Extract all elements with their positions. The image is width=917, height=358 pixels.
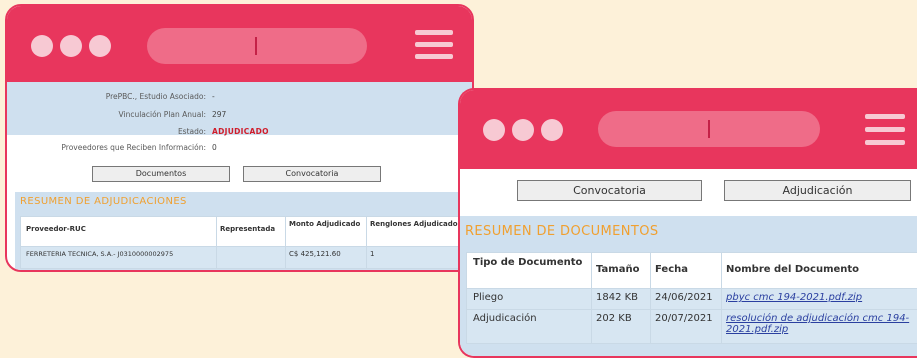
info-value: 297: [212, 110, 226, 119]
info-row: Proveedores que Reciben Información: 0: [7, 143, 217, 152]
table-header-row: Tipo de Documento Tamaño Fecha Nombre de…: [467, 253, 917, 289]
table-row[interactable]: Adjudicación 202 KB 20/07/2021 resolució…: [467, 310, 917, 344]
address-bar[interactable]: [598, 111, 820, 147]
window-control-dot[interactable]: [89, 35, 111, 57]
text-cursor: [708, 120, 710, 138]
column-header: Nombre del Documento: [722, 253, 917, 289]
table-cell: 202 KB: [592, 310, 651, 344]
table-cell: 1842 KB: [592, 289, 651, 310]
table-cell: resolución de adjudicación cmc 194-2021.…: [722, 310, 917, 344]
documentos-table: Tipo de Documento Tamaño Fecha Nombre de…: [466, 252, 917, 344]
table-row[interactable]: Pliego 1842 KB 24/06/2021 pbyc cmc 194-2…: [467, 289, 917, 310]
window-control-dot[interactable]: [541, 119, 563, 141]
info-label: PrePBC., Estudio Asociado:: [7, 92, 206, 101]
info-value: -: [212, 92, 215, 101]
column-header: Tamaño: [592, 253, 651, 289]
window-control-dot[interactable]: [31, 35, 53, 57]
info-row: PrePBC., Estudio Asociado:-: [7, 92, 215, 101]
info-row: Vinculación Plan Anual: 297: [7, 110, 226, 119]
table-cell: [217, 247, 286, 269]
table-cell: Pliego: [467, 289, 592, 310]
window-control-dot[interactable]: [60, 35, 82, 57]
table-cell: pbyc cmc 194-2021.pdf.zip: [722, 289, 917, 310]
table-cell: 20/07/2021: [651, 310, 722, 344]
address-bar[interactable]: [147, 28, 367, 64]
convocatoria-button[interactable]: Convocatoria: [517, 180, 702, 201]
title-bar: [7, 6, 472, 82]
table-cell: FERRETERIA TECNICA, S.A.- J0310000002975: [21, 247, 217, 269]
table-cell: Adjudicación: [467, 310, 592, 344]
column-header: Representada: [217, 217, 286, 247]
document-link[interactable]: resolución de adjudicación cmc 194-2021.…: [726, 313, 909, 335]
section-title: RESUMEN DE DOCUMENTOS: [465, 224, 658, 239]
info-label: Proveedores que Reciben Información:: [7, 143, 206, 152]
title-bar: [460, 90, 917, 169]
documentos-button[interactable]: Documentos: [92, 166, 230, 182]
text-cursor: [255, 37, 257, 55]
document-link[interactable]: pbyc cmc 194-2021.pdf.zip: [726, 292, 862, 303]
table-row[interactable]: FERRETERIA TECNICA, S.A.- J0310000002975…: [21, 247, 472, 269]
info-label: Estado:: [7, 127, 206, 136]
browser-window-adjudicaciones: PrePBC., Estudio Asociado:- Vinculación …: [5, 4, 474, 272]
window-control-dot[interactable]: [483, 119, 505, 141]
adjudicaciones-table: Proveedor-RUC Representada Monto Adjudic…: [20, 216, 472, 269]
table-cell: 24/06/2021: [651, 289, 722, 310]
column-header: Fecha: [651, 253, 722, 289]
info-value: 0: [212, 143, 217, 152]
table-header-row: Proveedor-RUC Representada Monto Adjudic…: [21, 217, 472, 247]
adjudicacion-button[interactable]: Adjudicación: [724, 180, 911, 201]
status-value: ADJUDICADO: [212, 127, 269, 136]
column-header: Renglones Adjudicados: [367, 217, 472, 247]
table-cell: 1: [367, 247, 472, 269]
info-row: Estado: ADJUDICADO: [7, 127, 269, 136]
table-cell: C$ 425,121.60: [286, 247, 367, 269]
browser-window-documentos: Convocatoria Adjudicación RESUMEN DE DOC…: [458, 88, 917, 358]
convocatoria-button[interactable]: Convocatoria: [243, 166, 381, 182]
info-label: Vinculación Plan Anual:: [7, 110, 206, 119]
column-header: Monto Adjudicado: [286, 217, 367, 247]
window-control-dot[interactable]: [512, 119, 534, 141]
column-header: Tipo de Documento: [467, 253, 592, 289]
section-title: RESUMEN DE ADJUDICACIONES: [20, 196, 187, 207]
column-header: Proveedor-RUC: [21, 217, 217, 247]
